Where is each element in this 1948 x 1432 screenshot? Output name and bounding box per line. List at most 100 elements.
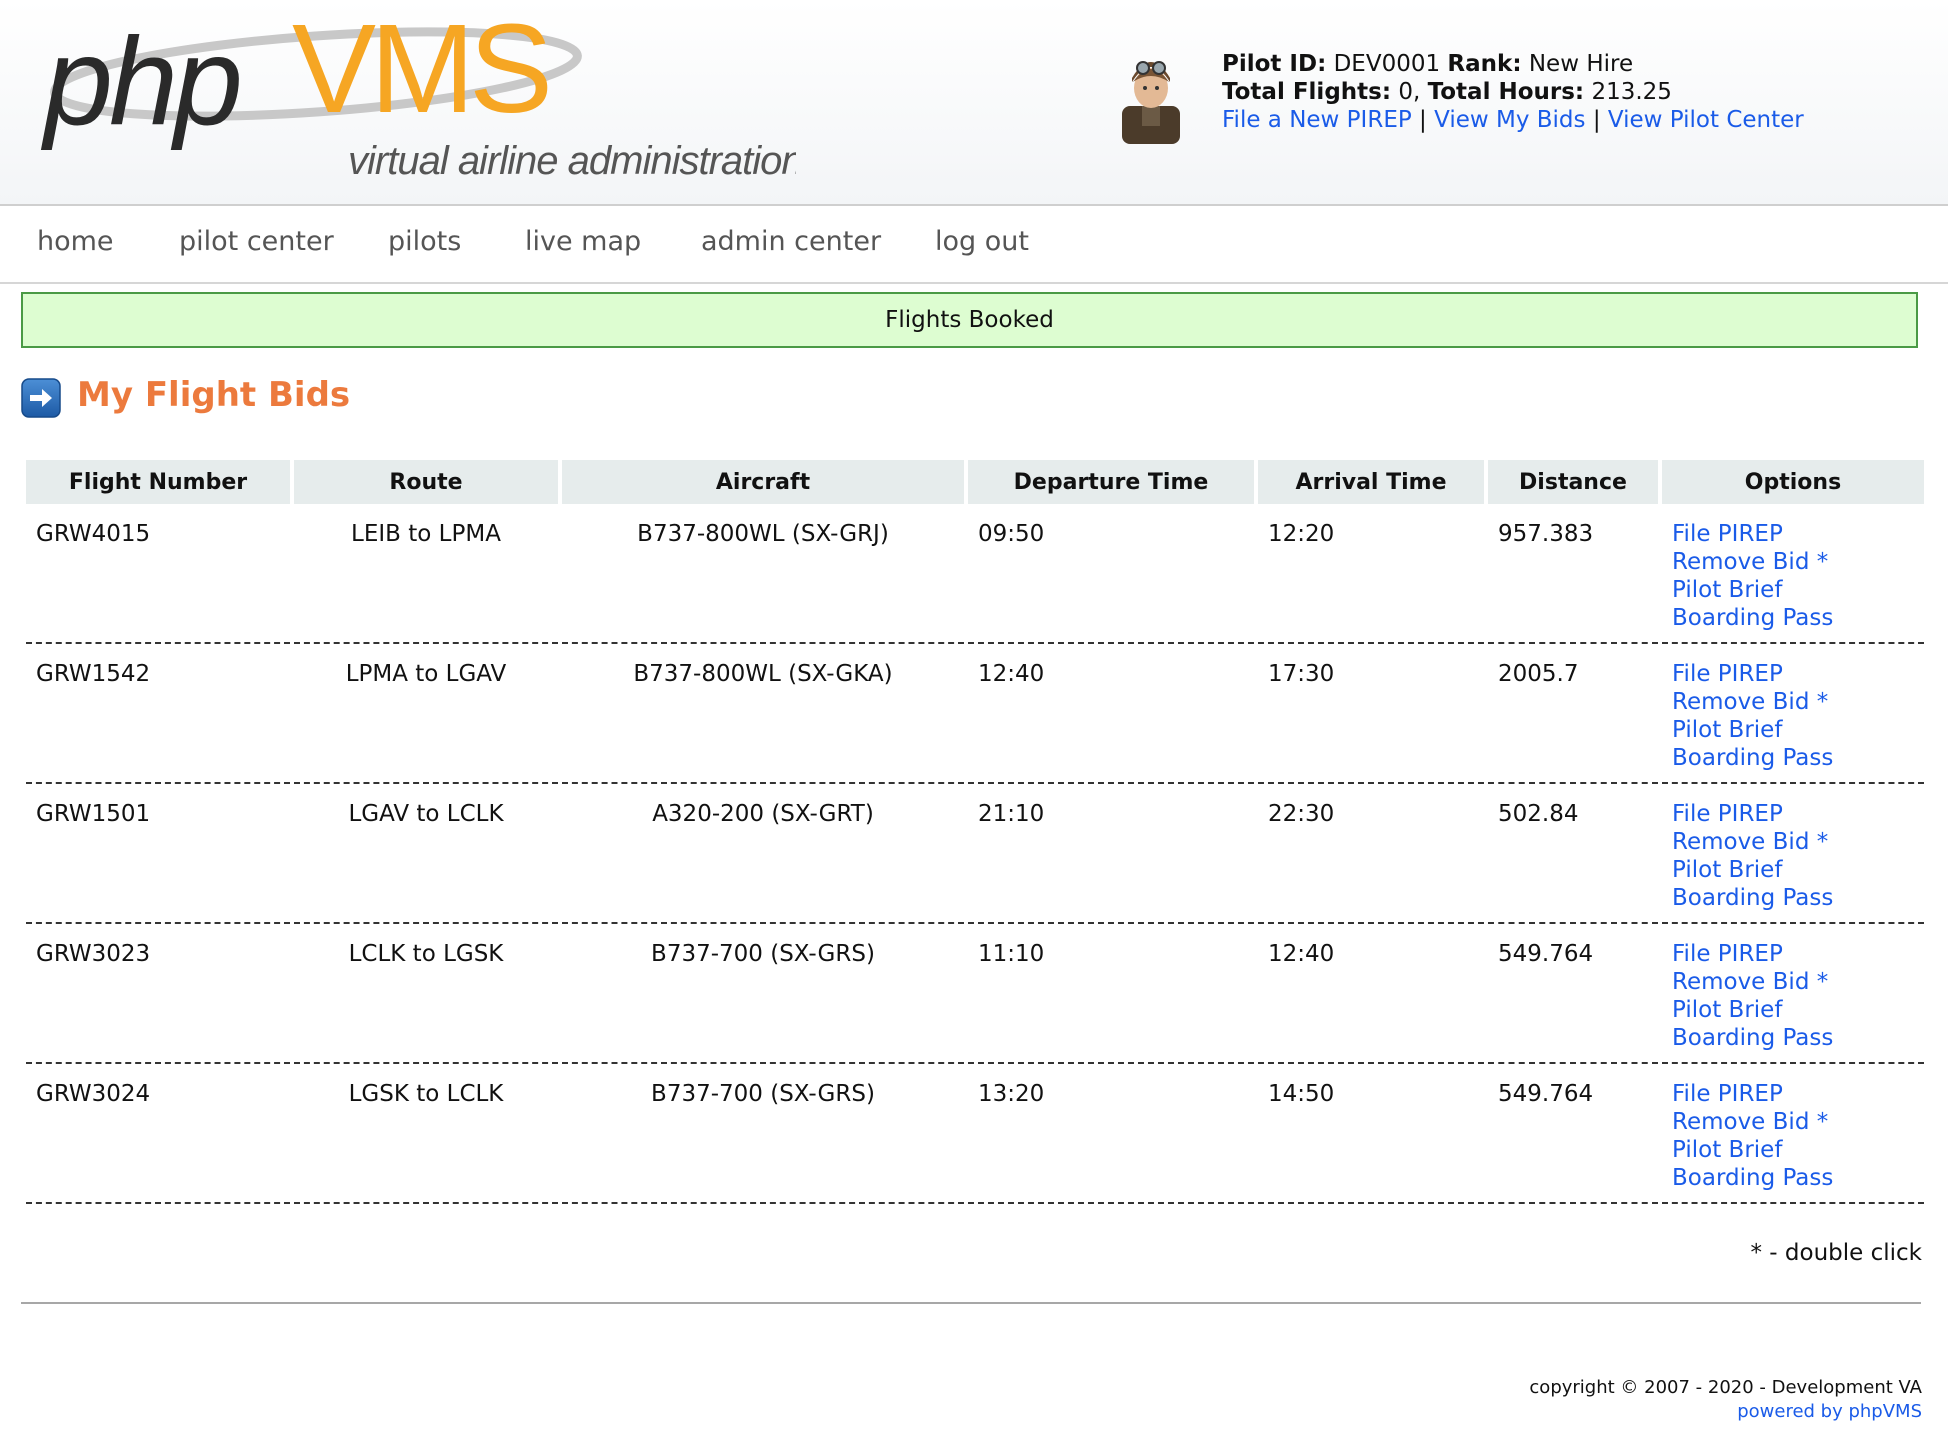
arrival-cell: 12:40: [1258, 924, 1484, 1064]
aircraft-cell: B737-800WL (SX-GKA): [562, 644, 964, 784]
pilot-brief-link[interactable]: Pilot Brief: [1672, 1136, 1914, 1164]
route-cell: LCLK to LGSK: [294, 924, 558, 1064]
nav-home[interactable]: home: [37, 226, 114, 257]
table-row: GRW4015 LEIB to LPMA B737-800WL (SX-GRJ)…: [26, 504, 1924, 644]
logo-vms-text: VMS: [292, 6, 548, 139]
nav-pilot-center[interactable]: pilot center: [179, 226, 334, 257]
header-aircraft[interactable]: Aircraft: [562, 460, 964, 504]
pilot-brief-link[interactable]: Pilot Brief: [1672, 716, 1914, 744]
aircraft-cell: B737-700 (SX-GRS): [562, 1064, 964, 1204]
nav-log-out[interactable]: log out: [935, 226, 1029, 257]
departure-cell: 11:10: [968, 924, 1254, 1064]
header-flight-number[interactable]: Flight Number: [26, 460, 290, 504]
rank-value: New Hire: [1528, 51, 1634, 77]
options-cell: File PIREP Remove Bid * Pilot Brief Boar…: [1662, 644, 1924, 784]
boarding-pass-link[interactable]: Boarding Pass: [1672, 1164, 1914, 1192]
nav-admin-center[interactable]: admin center: [701, 226, 881, 257]
arrow-right-icon: [21, 378, 61, 418]
header-departure-time[interactable]: Departure Time: [968, 460, 1254, 504]
arrival-cell: 14:50: [1258, 1064, 1484, 1204]
pilot-id-value: DEV0001: [1333, 51, 1441, 77]
remove-bid-link[interactable]: Remove Bid *: [1672, 688, 1914, 716]
table-header-row: Flight Number Route Aircraft Departure T…: [26, 460, 1924, 504]
distance-cell: 502.84: [1488, 784, 1658, 924]
pilot-brief-link[interactable]: Pilot Brief: [1672, 996, 1914, 1024]
departure-cell: 13:20: [968, 1064, 1254, 1204]
pilot-info: Pilot ID: DEV0001 Rank: New Hire Total F…: [1222, 50, 1804, 134]
table-row: GRW1501 LGAV to LCLK A320-200 (SX-GRT) 2…: [26, 784, 1924, 924]
copyright-text: copyright © 2007 - 2020 - Development VA: [1529, 1377, 1922, 1398]
totals-line: Total Flights: 0, Total Hours: 213.25: [1222, 78, 1804, 106]
header-distance[interactable]: Distance: [1488, 460, 1658, 504]
pilot-id-line: Pilot ID: DEV0001 Rank: New Hire: [1222, 50, 1804, 78]
footer: copyright © 2007 - 2020 - Development VA…: [1529, 1376, 1922, 1424]
table-row: GRW3024 LGSK to LCLK B737-700 (SX-GRS) 1…: [26, 1064, 1924, 1204]
logo-php-text: php: [40, 13, 239, 151]
header-route[interactable]: Route: [294, 460, 558, 504]
file-pirep-link[interactable]: File PIREP: [1672, 660, 1914, 688]
file-pirep-link[interactable]: File PIREP: [1672, 520, 1914, 548]
header-options: Options: [1662, 460, 1924, 504]
file-pirep-link[interactable]: File PIREP: [1672, 800, 1914, 828]
departure-cell: 21:10: [968, 784, 1254, 924]
flight-number-cell: GRW3023: [26, 924, 290, 1064]
view-my-bids-link[interactable]: View My Bids: [1434, 107, 1585, 133]
remove-bid-link[interactable]: Remove Bid *: [1672, 828, 1914, 856]
total-hours-label: Total Hours:: [1427, 79, 1585, 105]
view-pilot-center-link[interactable]: View Pilot Center: [1608, 107, 1804, 133]
main-nav: home pilot center pilots live map admin …: [0, 206, 1948, 284]
nav-live-map[interactable]: live map: [525, 226, 641, 257]
flight-number-cell: GRW1501: [26, 784, 290, 924]
distance-cell: 549.764: [1488, 924, 1658, 1064]
aircraft-cell: B737-700 (SX-GRS): [562, 924, 964, 1064]
remove-bid-link[interactable]: Remove Bid *: [1672, 968, 1914, 996]
boarding-pass-link[interactable]: Boarding Pass: [1672, 1024, 1914, 1052]
file-pirep-link[interactable]: File PIREP: [1672, 1080, 1914, 1108]
powered-by-link[interactable]: powered by phpVMS: [1529, 1400, 1922, 1424]
arrival-cell: 12:20: [1258, 504, 1484, 644]
aircraft-cell: B737-800WL (SX-GRJ): [562, 504, 964, 644]
distance-cell: 957.383: [1488, 504, 1658, 644]
total-hours-value: 213.25: [1591, 79, 1672, 105]
departure-cell: 12:40: [968, 644, 1254, 784]
options-cell: File PIREP Remove Bid * Pilot Brief Boar…: [1662, 924, 1924, 1064]
page-title: My Flight Bids: [77, 375, 351, 415]
arrival-cell: 22:30: [1258, 784, 1484, 924]
distance-cell: 549.764: [1488, 1064, 1658, 1204]
remove-bid-link[interactable]: Remove Bid *: [1672, 548, 1914, 576]
arrival-cell: 17:30: [1258, 644, 1484, 784]
site-header: php VMS virtual airline administration P…: [0, 0, 1948, 206]
logo-tagline: virtual airline administration: [348, 139, 796, 183]
pilot-id-label: Pilot ID:: [1222, 51, 1327, 77]
flight-bids-table: Flight Number Route Aircraft Departure T…: [22, 460, 1928, 1204]
pilot-brief-link[interactable]: Pilot Brief: [1672, 856, 1914, 884]
table-row: GRW3023 LCLK to LGSK B737-700 (SX-GRS) 1…: [26, 924, 1924, 1064]
pilot-brief-link[interactable]: Pilot Brief: [1672, 576, 1914, 604]
flash-message: Flights Booked: [21, 292, 1918, 348]
total-flights-label: Total Flights:: [1222, 79, 1392, 105]
total-flights-value: 0,: [1398, 79, 1421, 105]
boarding-pass-link[interactable]: Boarding Pass: [1672, 604, 1914, 632]
route-cell: LGSK to LCLK: [294, 1064, 558, 1204]
flight-number-cell: GRW1542: [26, 644, 290, 784]
route-cell: LGAV to LCLK: [294, 784, 558, 924]
options-cell: File PIREP Remove Bid * Pilot Brief Boar…: [1662, 784, 1924, 924]
double-click-footnote: * - double click: [1750, 1240, 1922, 1266]
header-arrival-time[interactable]: Arrival Time: [1258, 460, 1484, 504]
flight-number-cell: GRW4015: [26, 504, 290, 644]
nav-pilots[interactable]: pilots: [388, 226, 461, 257]
link-separator: |: [1419, 107, 1427, 133]
aircraft-cell: A320-200 (SX-GRT): [562, 784, 964, 924]
phpvms-logo[interactable]: php VMS virtual airline administration: [36, 6, 796, 196]
pilot-avatar-icon: [1122, 61, 1180, 144]
boarding-pass-link[interactable]: Boarding Pass: [1672, 884, 1914, 912]
distance-cell: 2005.7: [1488, 644, 1658, 784]
rank-label: Rank:: [1447, 51, 1522, 77]
file-new-pirep-link[interactable]: File a New PIREP: [1222, 107, 1412, 133]
remove-bid-link[interactable]: Remove Bid *: [1672, 1108, 1914, 1136]
boarding-pass-link[interactable]: Boarding Pass: [1672, 744, 1914, 772]
departure-cell: 09:50: [968, 504, 1254, 644]
file-pirep-link[interactable]: File PIREP: [1672, 940, 1914, 968]
options-cell: File PIREP Remove Bid * Pilot Brief Boar…: [1662, 504, 1924, 644]
table-row: GRW1542 LPMA to LGAV B737-800WL (SX-GKA)…: [26, 644, 1924, 784]
